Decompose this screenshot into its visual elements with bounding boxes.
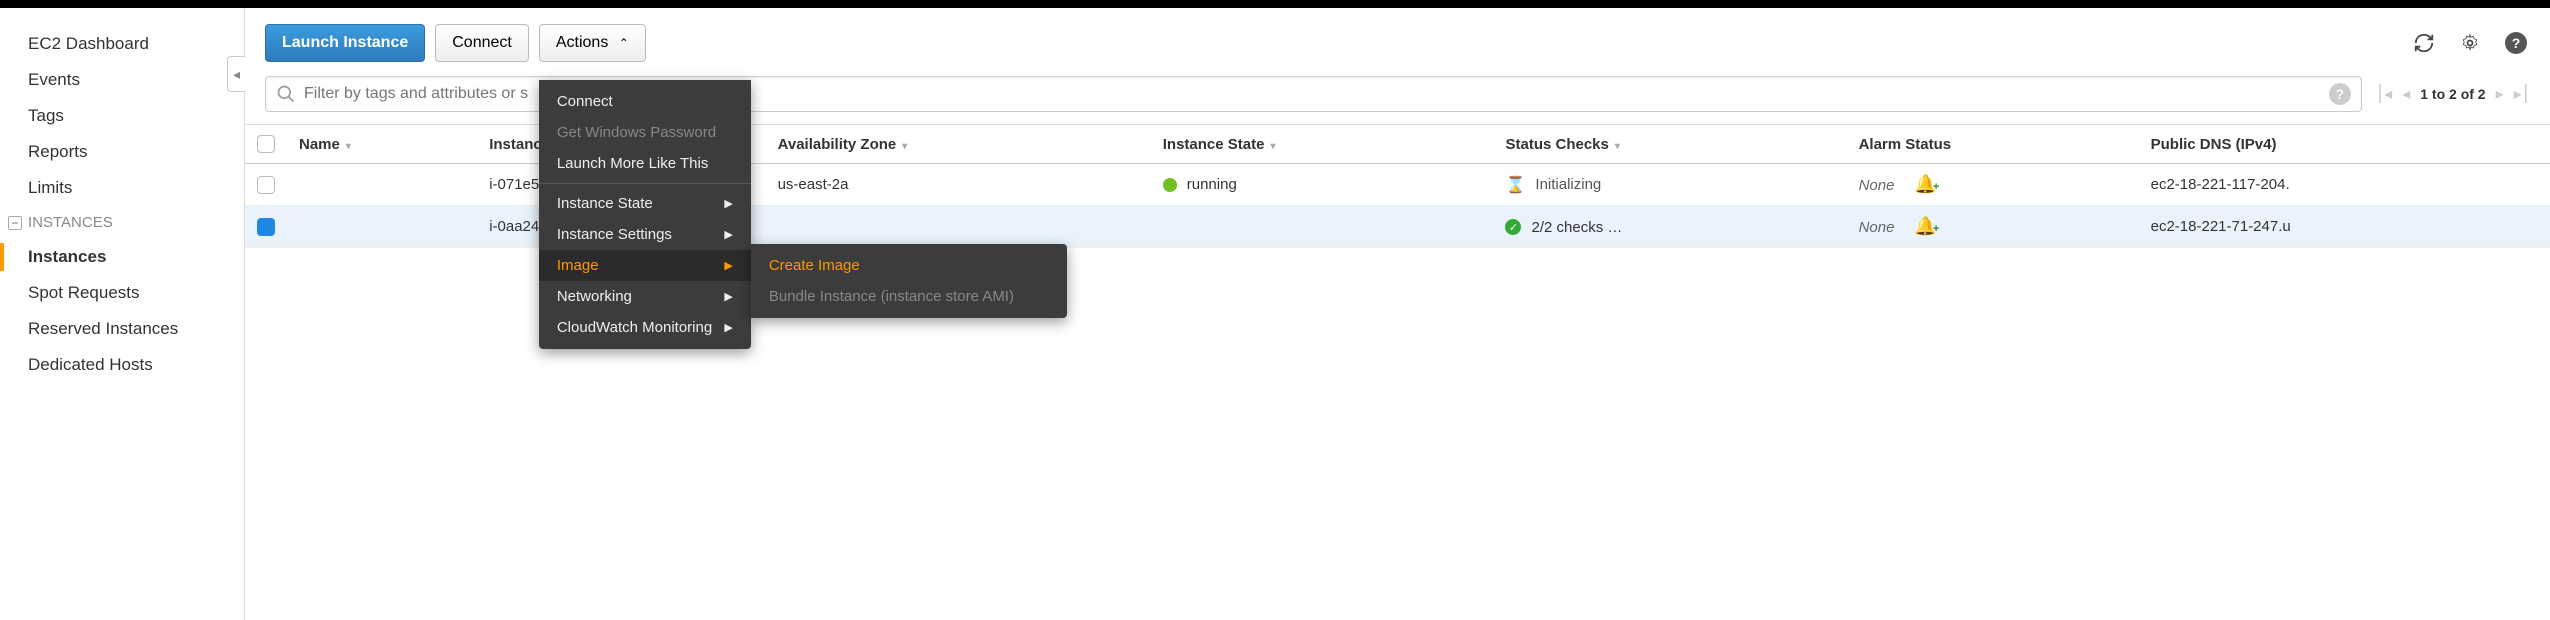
sidebar-item-limits[interactable]: Limits bbox=[0, 170, 244, 206]
col-dns[interactable]: Public DNS (IPv4) bbox=[2139, 125, 2550, 164]
sidebar-item-tags[interactable]: Tags bbox=[0, 98, 244, 134]
collapse-sidebar-button[interactable]: ◂ bbox=[227, 56, 245, 92]
menu-image[interactable]: Image ▶ Create Image Bundle Instance (in… bbox=[539, 250, 751, 281]
cell-az bbox=[766, 206, 1151, 248]
menu-networking[interactable]: Networking ▶ bbox=[539, 281, 751, 312]
chevron-right-icon: ▶ bbox=[724, 259, 732, 272]
pager-next: ▸ bbox=[2496, 84, 2504, 104]
cell-az: us-east-2a bbox=[766, 164, 1151, 206]
sidebar-item-reserved-instances[interactable]: Reserved Instances bbox=[0, 311, 244, 347]
hourglass-icon: ⌛ bbox=[1505, 175, 1525, 195]
add-alarm-icon[interactable]: + bbox=[1933, 181, 1939, 193]
cell-status: ✓2/2 checks … bbox=[1493, 206, 1846, 248]
cell-dns: ec2-18-221-117-204. bbox=[2139, 164, 2550, 206]
sidebar-item-instances[interactable]: Instances bbox=[0, 239, 244, 275]
col-name[interactable]: Name▾ bbox=[287, 125, 477, 164]
launch-instance-button[interactable]: Launch Instance bbox=[265, 24, 425, 62]
chevron-left-icon: ◂ bbox=[233, 66, 240, 83]
sidebar-item-reports[interactable]: Reports bbox=[0, 134, 244, 170]
sidebar-item-ec2-dashboard[interactable]: EC2 Dashboard bbox=[0, 26, 244, 62]
actions-menu: Connect Get Windows Password Launch More… bbox=[539, 80, 751, 349]
submenu-create-image[interactable]: Create Image bbox=[751, 250, 1067, 281]
caret-up-icon: ⌃ bbox=[619, 36, 629, 50]
connect-button[interactable]: Connect bbox=[435, 24, 529, 62]
pager-last: ▸⎮ bbox=[2514, 84, 2530, 104]
top-black-bar bbox=[0, 0, 2550, 8]
sidebar-section-label: INSTANCES bbox=[28, 214, 113, 231]
row-checkbox[interactable] bbox=[257, 176, 275, 194]
sidebar-section-instances[interactable]: − INSTANCES bbox=[0, 206, 244, 239]
cell-state bbox=[1151, 206, 1494, 248]
filter-help-icon[interactable]: ? bbox=[2329, 83, 2351, 105]
menu-image-label: Image bbox=[557, 257, 599, 274]
pager-first: ⎮◂ bbox=[2376, 84, 2392, 104]
col-az[interactable]: Availability Zone▾ bbox=[766, 125, 1151, 164]
menu-instance-state[interactable]: Instance State ▶ bbox=[539, 188, 751, 219]
cell-alarm: None🔔+ bbox=[1847, 164, 2139, 206]
menu-get-windows-password: Get Windows Password bbox=[539, 117, 751, 148]
menu-instance-state-label: Instance State bbox=[557, 195, 653, 212]
col-state[interactable]: Instance State▾ bbox=[1151, 125, 1494, 164]
actions-button-label: Actions bbox=[556, 34, 608, 51]
collapse-icon[interactable]: − bbox=[8, 216, 22, 230]
select-all-checkbox[interactable] bbox=[257, 135, 275, 153]
toolbar: Launch Instance Connect Actions ⌃ Connec… bbox=[245, 8, 2550, 76]
help-icon: ? bbox=[2505, 32, 2527, 54]
settings-button[interactable] bbox=[2456, 29, 2484, 57]
cell-status: ⌛Initializing bbox=[1493, 164, 1846, 206]
cell-dns: ec2-18-221-71-247.u bbox=[2139, 206, 2550, 248]
state-dot-icon bbox=[1163, 178, 1177, 192]
pager-count: 1 to 2 of 2 bbox=[2420, 86, 2485, 102]
cell-name bbox=[287, 164, 477, 206]
cell-alarm: None🔔+ bbox=[1847, 206, 2139, 248]
image-submenu: Create Image Bundle Instance (instance s… bbox=[751, 244, 1067, 318]
col-status[interactable]: Status Checks▾ bbox=[1493, 125, 1846, 164]
add-alarm-icon[interactable]: + bbox=[1933, 223, 1939, 235]
menu-instance-settings[interactable]: Instance Settings ▶ bbox=[539, 219, 751, 250]
row-checkbox[interactable] bbox=[257, 218, 275, 236]
search-icon bbox=[276, 84, 296, 104]
chevron-right-icon: ▶ bbox=[724, 228, 732, 241]
menu-cloudwatch[interactable]: CloudWatch Monitoring ▶ bbox=[539, 312, 751, 343]
submenu-bundle-instance: Bundle Instance (instance store AMI) bbox=[751, 281, 1067, 312]
refresh-button[interactable] bbox=[2410, 29, 2438, 57]
menu-instance-settings-label: Instance Settings bbox=[557, 226, 672, 243]
gear-icon bbox=[2460, 33, 2480, 53]
refresh-icon bbox=[2413, 32, 2435, 54]
sidebar: EC2 Dashboard Events Tags Reports Limits… bbox=[0, 8, 244, 620]
chevron-right-icon: ▶ bbox=[724, 290, 732, 303]
help-button[interactable]: ? bbox=[2502, 29, 2530, 57]
menu-launch-more[interactable]: Launch More Like This bbox=[539, 148, 751, 179]
pager: ⎮◂ ◂ 1 to 2 of 2 ▸ ▸⎮ bbox=[2376, 84, 2530, 104]
main-panel: Launch Instance Connect Actions ⌃ Connec… bbox=[244, 8, 2550, 620]
cell-name bbox=[287, 206, 477, 248]
menu-cloudwatch-label: CloudWatch Monitoring bbox=[557, 319, 712, 336]
sidebar-item-spot-requests[interactable]: Spot Requests bbox=[0, 275, 244, 311]
chevron-right-icon: ▶ bbox=[724, 321, 732, 334]
col-alarm[interactable]: Alarm Status bbox=[1847, 125, 2139, 164]
actions-button[interactable]: Actions ⌃ bbox=[539, 24, 646, 62]
sidebar-item-events[interactable]: Events bbox=[0, 62, 244, 98]
check-icon: ✓ bbox=[1505, 219, 1521, 235]
sidebar-item-dedicated-hosts[interactable]: Dedicated Hosts bbox=[0, 347, 244, 383]
menu-connect[interactable]: Connect bbox=[539, 86, 751, 117]
cell-state: running bbox=[1151, 164, 1494, 206]
pager-prev: ◂ bbox=[2402, 84, 2410, 104]
chevron-right-icon: ▶ bbox=[724, 197, 732, 210]
menu-separator bbox=[539, 183, 751, 184]
menu-networking-label: Networking bbox=[557, 288, 632, 305]
